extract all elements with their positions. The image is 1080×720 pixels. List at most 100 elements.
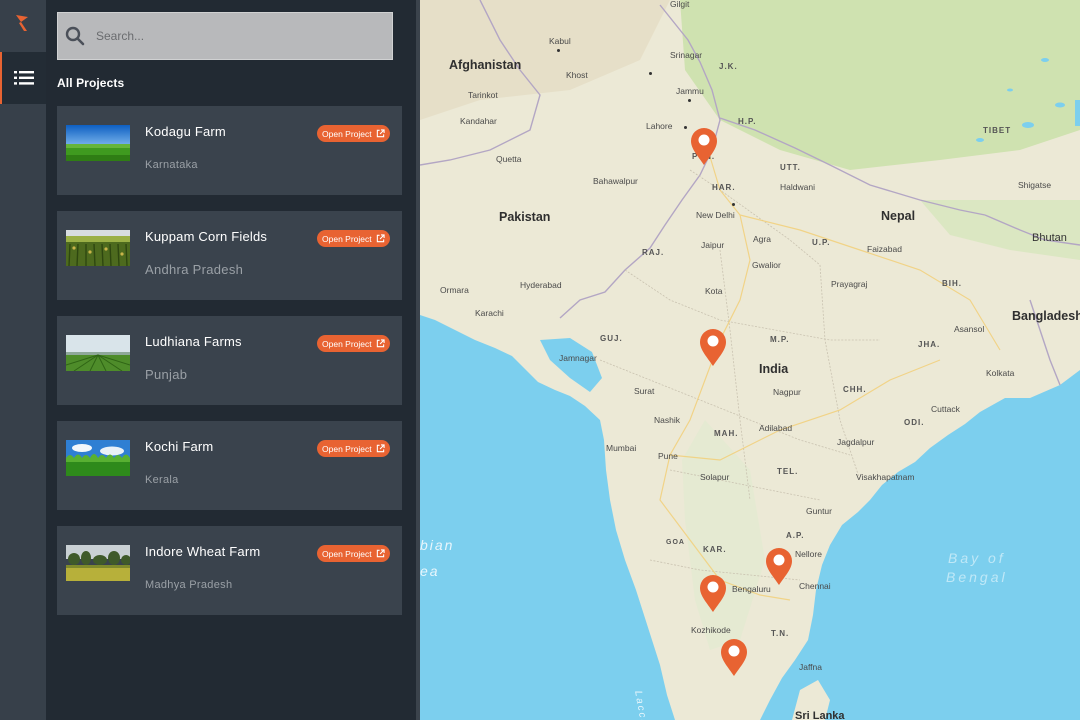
project-name: Kodagu Farm [145, 124, 226, 139]
external-link-icon [376, 444, 385, 453]
map-label-city: Jamnagar [559, 353, 597, 363]
map-pin-kochi[interactable] [719, 637, 749, 677]
map-label-city: Haldwani [780, 182, 815, 192]
open-project-label: Open Project [322, 443, 372, 454]
project-list-button[interactable] [0, 52, 46, 104]
project-thumbnail [66, 125, 130, 161]
map-label-state: HAR. [712, 183, 736, 192]
map-label-city: Jaffna [799, 662, 823, 672]
project-card-kochi[interactable]: Kochi Farm Kerala Open Project [57, 421, 402, 510]
map-pin-icon [766, 548, 792, 585]
map-label-city: Jagdalpur [837, 437, 875, 447]
map-label-city: Adilabad [759, 423, 793, 433]
map-pin-kodagu[interactable] [698, 573, 728, 613]
map-label-sea: ea [420, 563, 440, 579]
map-label-state: GOA [666, 539, 685, 546]
map-label-state: ODI. [904, 418, 925, 427]
project-card-indore[interactable]: Indore Wheat Farm Madhya Pradesh Open Pr… [57, 526, 402, 615]
map-label-city: Asansol [954, 324, 985, 334]
map-label-state: TEL. [777, 467, 799, 476]
map-label-city: Bengaluru [732, 584, 771, 594]
external-link-icon [376, 234, 385, 243]
map-label-city: Khost [566, 70, 588, 80]
map-label-city: Kolkata [986, 368, 1015, 378]
external-link-icon [376, 129, 385, 138]
map-label-city: Bahawalpur [593, 176, 638, 186]
map-label-state: U.P. [812, 238, 831, 247]
map-label-city: Faizabad [867, 244, 902, 254]
map-label-country: Bangladesh [1012, 309, 1080, 323]
project-list: Kodagu Farm Karnataka Open Project Kuppa… [57, 106, 402, 631]
map-label-state: JHA. [918, 340, 941, 349]
project-card-kuppam[interactable]: Kuppam Corn Fields Andhra Pradesh Open P… [57, 211, 402, 300]
open-project-button[interactable]: Open Project [317, 125, 390, 142]
map-label-state: M.P. [770, 335, 790, 344]
project-region: Karnataka [145, 159, 198, 171]
project-card-ludhiana[interactable]: Ludhiana Farms Punjab Open Project [57, 316, 402, 405]
map-pin-icon [721, 639, 747, 676]
project-name: Ludhiana Farms [145, 334, 242, 349]
search-box[interactable] [57, 12, 393, 60]
list-icon [14, 71, 34, 85]
app-logo-icon[interactable] [0, 0, 46, 46]
map-pin-indore[interactable] [698, 327, 728, 367]
map-label-state: UTT. [780, 163, 801, 172]
open-project-button[interactable]: Open Project [317, 230, 390, 247]
project-card-kodagu[interactable]: Kodagu Farm Karnataka Open Project [57, 106, 402, 195]
open-project-button[interactable]: Open Project [317, 440, 390, 457]
map-view[interactable]: Afghanistan Pakistan Nepal India Banglad… [420, 0, 1080, 720]
project-name: Kochi Farm [145, 439, 214, 454]
map-label-state: T.N. [771, 629, 790, 638]
map-label-state: H.P. [738, 117, 757, 126]
map-label-sea: bian [420, 537, 455, 553]
map-label-city: Hyderabad [520, 280, 562, 290]
open-project-label: Open Project [322, 233, 372, 244]
map-label-city: Solapur [700, 472, 730, 482]
city-dot [732, 203, 735, 206]
map-label-country: India [759, 362, 789, 376]
map-pin-icon [691, 128, 717, 165]
project-name: Indore Wheat Farm [145, 544, 261, 559]
city-dot [684, 126, 687, 129]
projects-heading: All Projects [57, 76, 125, 90]
map-label-city: Nellore [795, 549, 822, 559]
map-label-city: Cuttack [931, 404, 960, 414]
map-label-city: Chennai [799, 581, 831, 591]
open-project-label: Open Project [322, 338, 372, 349]
map-label-city: Karachi [475, 308, 504, 318]
map-label-city: Gilgit [670, 0, 690, 9]
map-pin-icon [700, 329, 726, 366]
project-name: Kuppam Corn Fields [145, 229, 268, 244]
project-thumbnail [66, 230, 130, 266]
map-label-city: Gwalior [752, 260, 781, 270]
map-label-city: Ormara [440, 285, 469, 295]
map-pin-ludhiana[interactable] [689, 126, 719, 166]
map-label-city: Shigatse [1018, 180, 1052, 190]
map-pin-icon [700, 575, 726, 612]
open-project-button[interactable]: Open Project [317, 335, 390, 352]
map-label-city: Kozhikode [691, 625, 731, 635]
map-label-city: Lahore [646, 121, 673, 131]
map-label-city: Kandahar [460, 116, 497, 126]
map-label-country: Pakistan [499, 210, 551, 224]
map-label-city: Tarinkot [468, 90, 498, 100]
project-panel: All Projects Kodagu Farm Karnataka Open … [46, 0, 416, 720]
map-label-city: Pune [658, 451, 678, 461]
map-label-city: Prayagraj [831, 279, 868, 289]
map-label-city: Jammu [676, 86, 704, 96]
open-project-button[interactable]: Open Project [317, 545, 390, 562]
map-label-city: Quetta [496, 154, 522, 164]
map-label-city: Nagpur [773, 387, 801, 397]
map-label-city: New Delhi [696, 210, 735, 220]
map-label-city: Srinagar [670, 50, 703, 60]
map-label-country: Afghanistan [449, 58, 522, 72]
project-region: Andhra Pradesh [145, 262, 244, 277]
map-label-city: Kota [705, 286, 723, 296]
map-label-country: Nepal [881, 209, 916, 223]
map-label-state: J.K. [719, 62, 738, 71]
project-region: Kerala [145, 474, 179, 486]
map-label-country: TIBET [983, 126, 1012, 135]
search-input[interactable] [92, 13, 392, 59]
map-pin-kuppam[interactable] [764, 546, 794, 586]
project-thumbnail [66, 440, 130, 476]
